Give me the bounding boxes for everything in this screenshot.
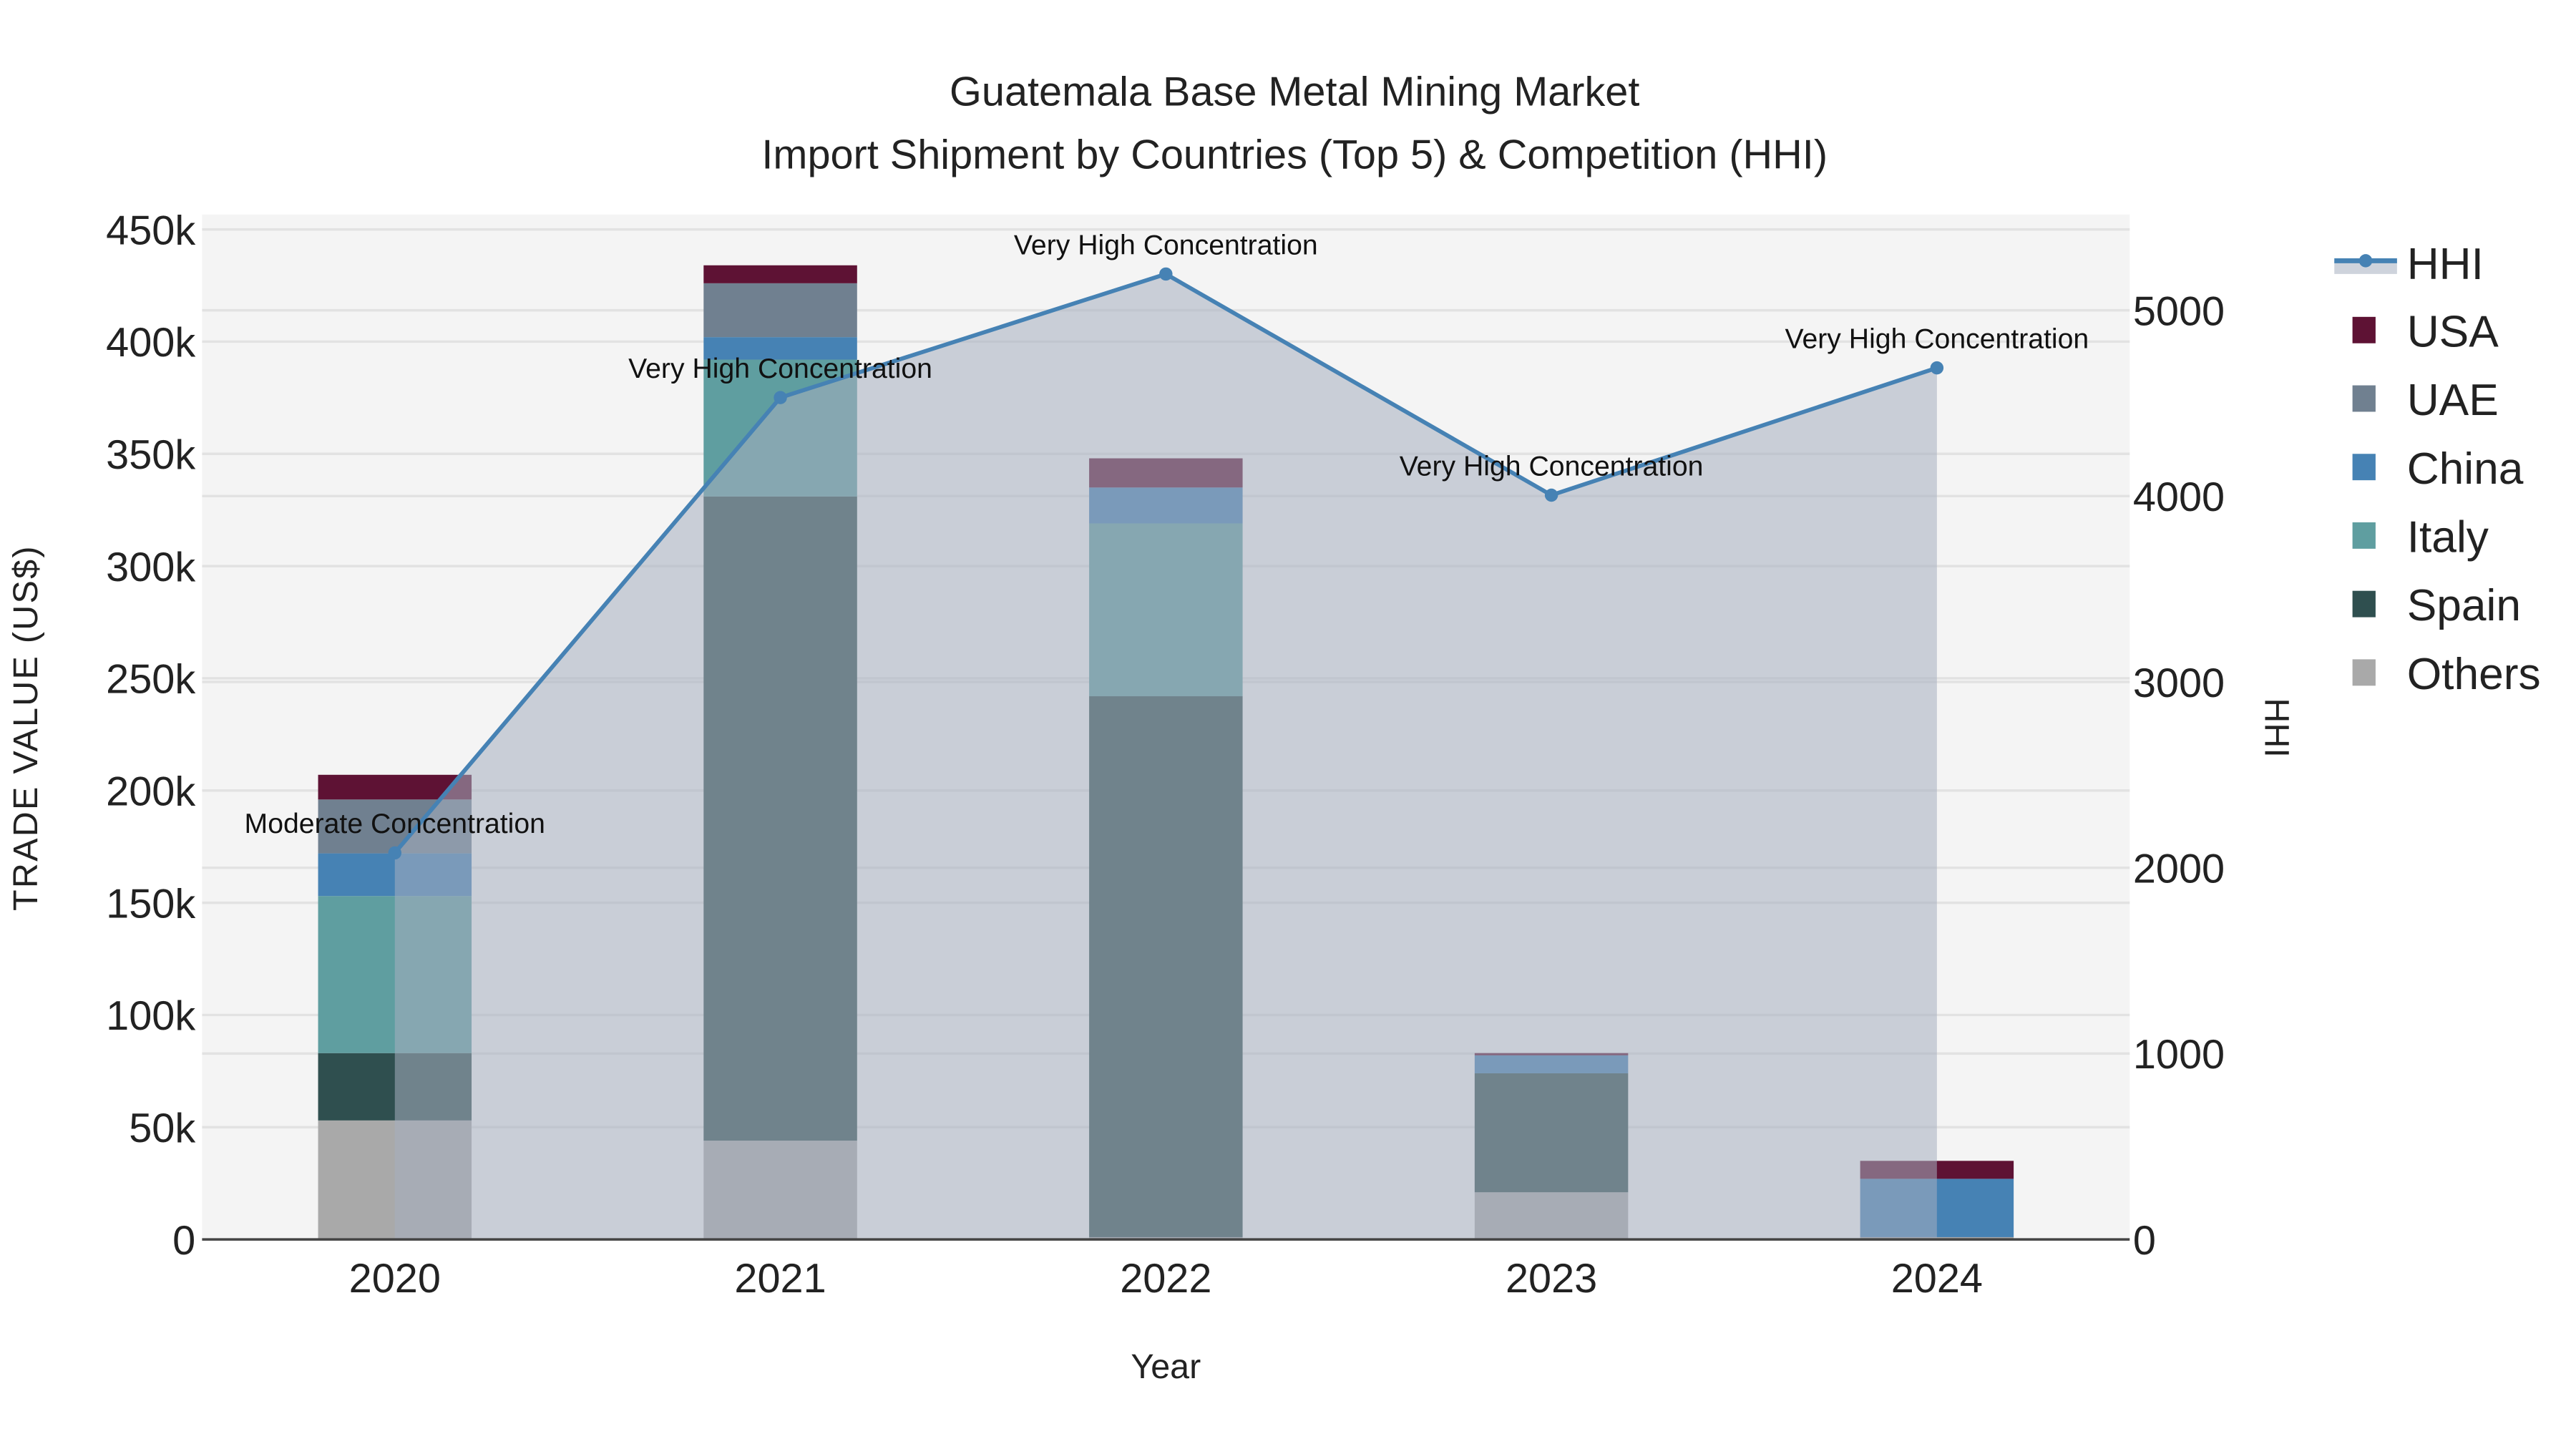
y2-tick-label: 1000 bbox=[2133, 1032, 2225, 1078]
y-tick-label: 300k bbox=[106, 545, 195, 590]
hhi-point-2024[interactable] bbox=[1930, 361, 1944, 375]
legend-swatch-italy bbox=[2352, 522, 2376, 549]
x-tick-label: 2020 bbox=[349, 1256, 441, 1302]
y2-tick-label: 3000 bbox=[2133, 660, 2225, 706]
chart-subtitle: Import Shipment by Countries (Top 5) & C… bbox=[761, 132, 1828, 177]
x-tick-label: 2022 bbox=[1120, 1256, 1211, 1302]
legend-label-others[interactable]: Others bbox=[2407, 650, 2541, 699]
y-tick-label: 0 bbox=[172, 1218, 195, 1264]
y-axis-title: TRADE VALUE (US$) bbox=[6, 545, 45, 911]
y-tick-label: 250k bbox=[106, 657, 195, 703]
hhi-annotation: Very High Concentration bbox=[628, 353, 932, 384]
legend-label-spain[interactable]: Spain bbox=[2407, 581, 2521, 630]
legend-label-usa[interactable]: USA bbox=[2407, 307, 2499, 356]
bar-usa-2021[interactable] bbox=[703, 265, 857, 283]
hhi-annotation: Very High Concentration bbox=[1785, 323, 2089, 354]
y-tick-label: 400k bbox=[106, 320, 195, 366]
y-tick-label: 350k bbox=[106, 432, 195, 478]
y-tick-label: 200k bbox=[106, 769, 195, 815]
hhi-point-2021[interactable] bbox=[774, 391, 787, 404]
x-axis-title: Year bbox=[1131, 1347, 1201, 1386]
hhi-point-2020[interactable] bbox=[388, 846, 402, 860]
y2-axis-title: HHI bbox=[2257, 698, 2296, 757]
legend-label-china[interactable]: China bbox=[2407, 444, 2524, 494]
hhi-point-2023[interactable] bbox=[1544, 488, 1558, 502]
chart-title: Guatemala Base Metal Mining Market bbox=[950, 69, 1639, 115]
y2-tick-label: 0 bbox=[2133, 1218, 2156, 1264]
hhi-annotation: Very High Concentration bbox=[1014, 230, 1318, 260]
y-tick-label: 100k bbox=[106, 993, 195, 1039]
y2-tick-label: 2000 bbox=[2133, 846, 2225, 892]
hhi-annotation: Very High Concentration bbox=[1400, 451, 1704, 482]
hhi-annotation: Moderate Concentration bbox=[245, 809, 545, 839]
legend-hhi-marker bbox=[2358, 254, 2373, 268]
x-tick-label: 2024 bbox=[1891, 1256, 1983, 1302]
x-tick-label: 2021 bbox=[734, 1256, 826, 1302]
y2-tick-label: 5000 bbox=[2133, 288, 2225, 334]
legend-label-italy[interactable]: Italy bbox=[2407, 512, 2489, 562]
x-tick-label: 2023 bbox=[1506, 1256, 1597, 1302]
legend-label-uae[interactable]: UAE bbox=[2407, 376, 2499, 425]
y-tick-label: 150k bbox=[106, 881, 195, 927]
bar-uae-2021[interactable] bbox=[703, 283, 857, 338]
y-tick-label: 50k bbox=[129, 1106, 195, 1151]
hhi-point-2022[interactable] bbox=[1159, 267, 1173, 281]
y2-tick-label: 4000 bbox=[2133, 474, 2225, 520]
legend-swatch-china bbox=[2352, 454, 2376, 481]
y-tick-label: 450k bbox=[106, 208, 195, 253]
legend-swatch-uae bbox=[2352, 385, 2376, 412]
legend-swatch-usa bbox=[2352, 316, 2376, 343]
legend-label-hhi[interactable]: HHI bbox=[2407, 240, 2484, 289]
legend-swatch-others bbox=[2352, 659, 2376, 686]
chart: Guatemala Base Metal Mining Market Impor… bbox=[1, 0, 2575, 1449]
legend-swatch-spain bbox=[2352, 590, 2376, 618]
